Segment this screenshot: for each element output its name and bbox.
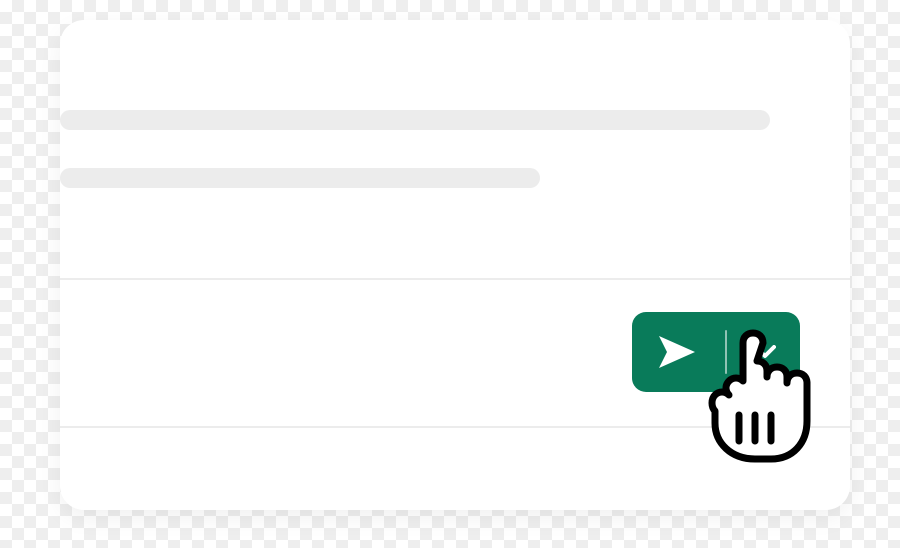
chevron-down-icon [754,345,776,359]
send-split-button [632,312,800,392]
placeholder-line [60,168,540,188]
placeholder-line [60,110,770,130]
message-card [60,20,850,510]
send-icon [657,334,697,370]
send-dropdown-button[interactable] [745,312,785,392]
input-area[interactable] [60,278,850,428]
send-button[interactable] [647,312,707,392]
button-divider [725,330,727,374]
